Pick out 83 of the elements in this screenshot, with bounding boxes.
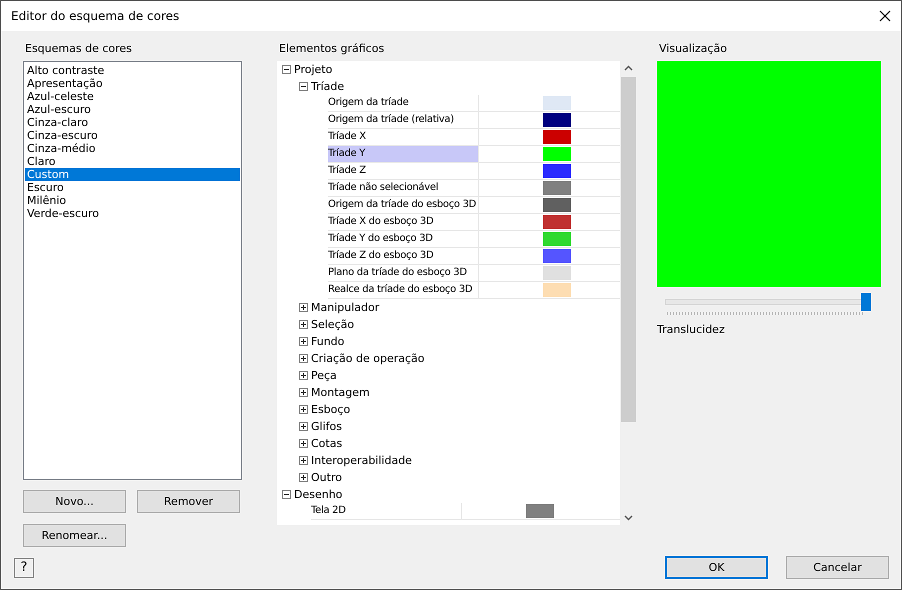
dialog-button[interactable]: Remover bbox=[137, 490, 240, 513]
element-name[interactable]: Tríade Y bbox=[328, 146, 478, 162]
tree-group[interactable]: Glifos bbox=[311, 420, 342, 433]
tree-group[interactable]: Outro bbox=[311, 470, 342, 484]
color-swatch[interactable] bbox=[543, 180, 571, 195]
color-swatch[interactable] bbox=[543, 266, 571, 280]
translucency-slider[interactable] bbox=[665, 292, 873, 313]
scroll-down-icon[interactable] bbox=[624, 514, 633, 521]
element-name[interactable]: Origem da tríade bbox=[328, 94, 478, 111]
scheme-item[interactable]: Custom bbox=[25, 168, 240, 181]
color-swatch[interactable] bbox=[543, 248, 571, 263]
expander-icon[interactable] bbox=[299, 438, 308, 448]
scheme-item[interactable]: Claro bbox=[25, 154, 240, 168]
scheme-item[interactable]: Verde-escuro bbox=[25, 206, 240, 220]
tree-group[interactable]: Fundo bbox=[311, 334, 344, 348]
expander-icon[interactable] bbox=[282, 490, 291, 499]
scheme-item[interactable]: Cinza-claro bbox=[25, 116, 240, 129]
dialog-button[interactable]: Novo... bbox=[23, 490, 126, 513]
element-name[interactable]: Tríade Y do esboço 3D bbox=[328, 230, 478, 247]
tree-group[interactable]: Criação de operação bbox=[311, 352, 425, 365]
expander-icon[interactable] bbox=[299, 370, 308, 380]
dialog-button[interactable]: OK bbox=[665, 556, 768, 580]
dialog-button[interactable]: Cancelar bbox=[786, 556, 889, 580]
element-name[interactable]: Origem da tríade (relativa) bbox=[328, 112, 478, 128]
element-name[interactable]: Origem da tríade do esboço 3D bbox=[328, 196, 478, 213]
element-name[interactable]: Tríade Z do esboço 3D bbox=[328, 248, 478, 264]
help-button[interactable]: ? bbox=[14, 558, 34, 578]
scheme-item[interactable]: Azul-celeste bbox=[25, 90, 240, 103]
scheme-item[interactable]: Apresentação bbox=[25, 76, 240, 90]
expander-icon[interactable] bbox=[299, 82, 308, 91]
close-icon[interactable] bbox=[879, 10, 891, 22]
scheme-item[interactable]: Azul-escuro bbox=[25, 102, 240, 116]
expander-icon[interactable] bbox=[299, 422, 308, 431]
scheme-item[interactable]: Milênio bbox=[25, 194, 240, 207]
expander-icon[interactable] bbox=[299, 388, 308, 397]
tree-group[interactable]: Cotas bbox=[311, 436, 342, 450]
section-label: Visualização bbox=[659, 40, 728, 57]
tree-group[interactable]: Esboço bbox=[311, 402, 350, 416]
scroll-thumb[interactable] bbox=[621, 76, 636, 422]
tree-group[interactable]: Tríade bbox=[311, 80, 344, 93]
tree-group[interactable]: Projeto bbox=[294, 62, 332, 76]
color-swatch[interactable] bbox=[543, 112, 571, 127]
tree-group[interactable]: Interoperabilidade bbox=[311, 454, 412, 467]
color-swatch[interactable] bbox=[543, 146, 571, 161]
element-name[interactable]: Realce da tríade do esboço 3D bbox=[328, 282, 478, 298]
translucency-label: Translucidez bbox=[657, 322, 726, 336]
element-name[interactable]: Tela 2D bbox=[311, 502, 461, 519]
tree-group[interactable]: Montagem bbox=[311, 386, 370, 399]
expander-icon[interactable] bbox=[299, 456, 308, 465]
slider-thumb[interactable] bbox=[861, 292, 871, 311]
dialog-button[interactable]: Renomear... bbox=[23, 524, 126, 547]
color-swatch[interactable] bbox=[526, 504, 554, 518]
expander-icon[interactable] bbox=[299, 354, 308, 363]
window-title: Editor do esquema de cores bbox=[11, 8, 180, 23]
section-label: Esquemas de cores bbox=[25, 40, 133, 57]
element-name[interactable]: Tríade Z bbox=[328, 162, 478, 179]
element-name[interactable]: Tríade X bbox=[328, 128, 478, 145]
expander-icon[interactable] bbox=[299, 320, 308, 329]
tree-group[interactable]: Peça bbox=[311, 368, 337, 382]
color-swatch[interactable] bbox=[543, 232, 571, 246]
tree-group[interactable]: Desenho bbox=[294, 488, 342, 501]
tree-group[interactable]: Manipulador bbox=[311, 300, 380, 314]
color-swatch[interactable] bbox=[543, 96, 571, 110]
color-swatch[interactable] bbox=[543, 214, 571, 229]
element-name[interactable]: Tríade X do esboço 3D bbox=[328, 214, 478, 230]
expander-icon[interactable] bbox=[299, 336, 308, 346]
element-name[interactable]: Tríade não selecionável bbox=[328, 180, 478, 196]
expander-icon[interactable] bbox=[299, 302, 308, 312]
expander-icon[interactable] bbox=[282, 64, 291, 74]
scroll-up-icon[interactable] bbox=[624, 64, 633, 71]
scheme-item[interactable]: Cinza-médio bbox=[25, 142, 240, 155]
scheme-item[interactable]: Cinza-escuro bbox=[25, 128, 240, 142]
expander-icon[interactable] bbox=[299, 472, 308, 482]
expander-icon[interactable] bbox=[299, 404, 308, 414]
element-name[interactable]: Plano da tríade do esboço 3D bbox=[328, 264, 478, 281]
color-swatch[interactable] bbox=[543, 130, 571, 144]
scheme-item[interactable]: Alto contraste bbox=[25, 64, 240, 77]
tree-group[interactable]: Seleção bbox=[311, 318, 354, 331]
color-swatch[interactable] bbox=[543, 282, 571, 297]
color-swatch[interactable] bbox=[543, 164, 571, 178]
section-label: Elementos gráficos bbox=[279, 40, 386, 57]
color-swatch[interactable] bbox=[543, 198, 571, 212]
scheme-item[interactable]: Escuro bbox=[25, 180, 240, 194]
